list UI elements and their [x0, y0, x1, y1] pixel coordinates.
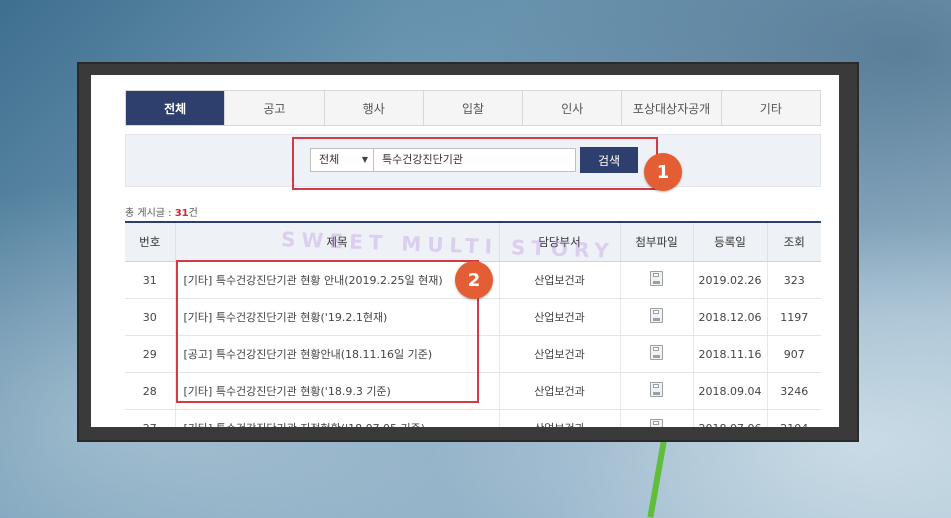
- tab-award-disclosure[interactable]: 포상대상자공개: [622, 91, 722, 125]
- tab-all[interactable]: 전체: [126, 91, 226, 125]
- row-dept: 산업보건과: [499, 298, 621, 336]
- file-attachment-icon[interactable]: [650, 271, 663, 286]
- row-dept: 산업보건과: [499, 372, 621, 410]
- row-dept: 산업보건과: [499, 335, 621, 373]
- table-row[interactable]: 27 [기타] 특수건강진단기관 지정현황('18.07.05 기준) 산업보건…: [125, 409, 821, 427]
- header-views: 조회: [767, 221, 821, 262]
- row-dept: 산업보건과: [499, 409, 621, 427]
- tab-personnel[interactable]: 인사: [523, 91, 623, 125]
- row-date: 2018.09.04: [693, 372, 768, 410]
- header-no: 번호: [125, 221, 176, 262]
- file-attachment-icon[interactable]: [650, 382, 663, 397]
- row-views: 323: [767, 261, 821, 299]
- row-no: 29: [125, 335, 176, 373]
- file-attachment-icon[interactable]: [650, 308, 663, 323]
- row-file[interactable]: [620, 261, 694, 299]
- row-views: 2104: [767, 409, 821, 427]
- row-date: 2019.02.26: [693, 261, 768, 299]
- tab-notice[interactable]: 공고: [225, 91, 325, 125]
- highlight-box-results: [176, 260, 479, 403]
- step-badge-1: 1: [644, 153, 682, 191]
- row-date: 2018.12.06: [693, 298, 768, 336]
- board-panel: 전체 공고 행사 입찰 인사 포상대상자공개 기타 전체 ▼ 특수건강진단기관 …: [91, 75, 839, 427]
- row-title-link[interactable]: [기타] 특수건강진단기관 지정현황('18.07.05 기준): [175, 409, 500, 427]
- row-file[interactable]: [620, 335, 694, 373]
- row-file[interactable]: [620, 372, 694, 410]
- step-badge-2: 2: [455, 261, 493, 299]
- row-views: 3246: [767, 372, 821, 410]
- row-no: 30: [125, 298, 176, 336]
- highlight-box-search: [292, 137, 658, 190]
- row-no: 27: [125, 409, 176, 427]
- header-file: 첨부파일: [620, 221, 694, 262]
- category-tabs: 전체 공고 행사 입찰 인사 포상대상자공개 기타: [125, 90, 821, 126]
- total-posts-unit: 건: [188, 208, 198, 219]
- total-posts: 총 게시글 : 31건: [125, 204, 198, 219]
- row-views: 1197: [767, 298, 821, 336]
- row-file[interactable]: [620, 409, 694, 427]
- total-posts-count: 31: [174, 208, 189, 219]
- file-attachment-icon[interactable]: [650, 345, 663, 360]
- file-attachment-icon[interactable]: [650, 419, 663, 427]
- row-no: 31: [125, 261, 176, 299]
- row-date: 2018.07.06: [693, 409, 768, 427]
- tab-event[interactable]: 행사: [325, 91, 424, 125]
- total-posts-label: 총 게시글 :: [125, 208, 175, 219]
- row-views: 907: [767, 335, 821, 373]
- tab-bid[interactable]: 입찰: [424, 91, 524, 125]
- header-date: 등록일: [693, 221, 768, 262]
- tab-etc[interactable]: 기타: [722, 91, 820, 125]
- row-file[interactable]: [620, 298, 694, 336]
- row-no: 28: [125, 372, 176, 410]
- row-date: 2018.11.16: [693, 335, 768, 373]
- row-dept: 산업보건과: [499, 261, 621, 299]
